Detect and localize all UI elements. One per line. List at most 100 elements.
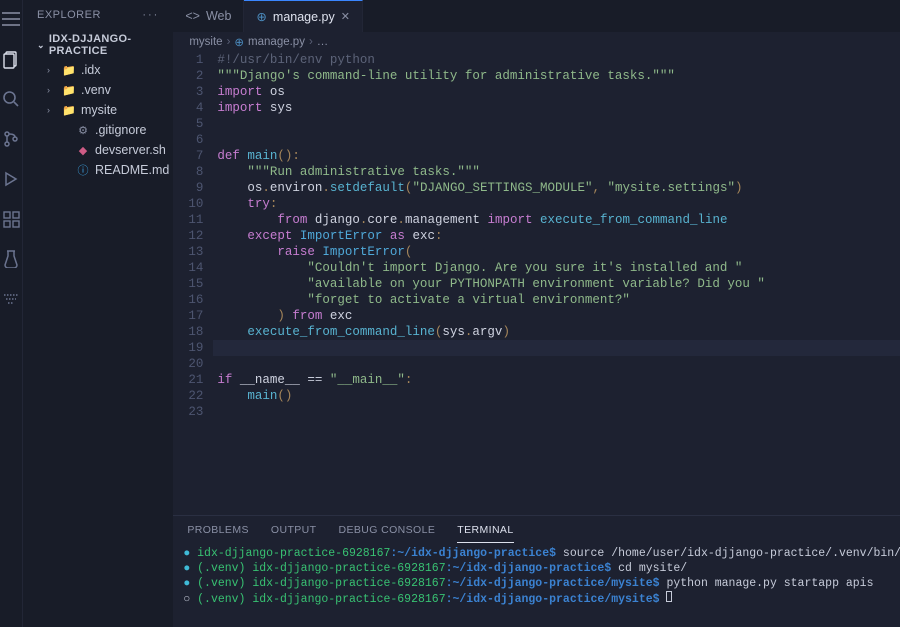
- code-line[interactable]: "forget to activate a virtual environmen…: [217, 292, 900, 308]
- code-line[interactable]: raise ImportError(: [217, 244, 900, 260]
- tree-item-label: mysite: [81, 103, 117, 117]
- terminal-command: cd mysite/: [618, 562, 687, 575]
- python-icon: ⊕: [256, 9, 266, 24]
- breadcrumb-segment[interactable]: mysite: [189, 36, 222, 48]
- terminal-host: idx-djjango-practice-6928167: [252, 562, 445, 575]
- chevron-down-icon: ⌄: [37, 40, 45, 51]
- code-line[interactable]: [217, 356, 900, 372]
- editor-tab[interactable]: <>Web: [173, 0, 244, 32]
- bottom-panel: PROBLEMS OUTPUT DEBUG CONSOLE TERMINAL ● id…: [173, 515, 900, 627]
- terminal-command: python manage.py startapp apis: [666, 577, 873, 590]
- panel-tab[interactable]: DEBUG CONSOLE: [338, 518, 435, 542]
- code-line[interactable]: execute_from_command_line(sys.argv): [217, 324, 900, 340]
- code-line[interactable]: except ImportError as exc:: [217, 228, 900, 244]
- code-line[interactable]: try:: [217, 196, 900, 212]
- tree-item-label: .idx: [81, 63, 100, 77]
- code-line[interactable]: [217, 404, 900, 420]
- panel-tab[interactable]: TERMINAL: [457, 518, 513, 543]
- code-line[interactable]: main(): [217, 388, 900, 404]
- testing-icon[interactable]: [0, 248, 22, 270]
- code-content[interactable]: #!/usr/bin/env python"""Django's command…: [217, 52, 900, 515]
- terminal-path: :~/idx-djjango-practice$: [390, 547, 556, 560]
- terminal-venv: (.venv): [197, 577, 252, 590]
- terminal-line: ● (.venv) idx-djjango-practice-6928167:~…: [183, 561, 900, 576]
- tree-item[interactable]: › 📁 .idx: [33, 60, 169, 80]
- code-line[interactable]: """Django's command-line utility for adm…: [217, 68, 900, 84]
- terminal-path: :~/idx-djjango-practice/mysite$: [446, 593, 660, 606]
- file-tree: ›📁.idx›📁.venv›📁mysite⚙.gitignore◆devserv…: [23, 60, 173, 180]
- tab-label: manage.py: [273, 10, 335, 24]
- terminal-path: :~/idx-djjango-practice/mysite$: [446, 577, 660, 590]
- terminal-line: ● (.venv) idx-djjango-practice-6928167:~…: [183, 576, 900, 591]
- code-line[interactable]: import sys: [217, 100, 900, 116]
- tree-item-label: devserver.sh: [95, 143, 166, 157]
- tree-item[interactable]: ◆devserver.sh: [33, 140, 169, 160]
- code-line[interactable]: def main():: [217, 148, 900, 164]
- breadcrumb-segment[interactable]: …: [317, 36, 329, 48]
- code-line[interactable]: [217, 116, 900, 132]
- code-line[interactable]: os.environ.setdefault("DJANGO_SETTINGS_M…: [217, 180, 900, 196]
- terminal[interactable]: ● idx-djjango-practice-6928167:~/idx-djj…: [173, 544, 900, 627]
- more-icon[interactable]: ···: [142, 9, 159, 21]
- terminal-venv: (.venv): [197, 593, 252, 606]
- breadcrumb[interactable]: mysite›⊕manage.py›…: [173, 32, 900, 52]
- prompt-bullet-icon: ●: [183, 562, 190, 575]
- line-gutter: 1234567891011121314151617181920212223: [173, 52, 217, 515]
- code-line[interactable]: import os: [217, 84, 900, 100]
- search-icon[interactable]: [0, 88, 22, 110]
- chevron-right-icon: ›: [227, 36, 231, 48]
- code-line[interactable]: #!/usr/bin/env python: [217, 52, 900, 68]
- panel-tab[interactable]: PROBLEMS: [187, 518, 249, 542]
- code-line[interactable]: from django.core.management import execu…: [217, 212, 900, 228]
- folder-icon: 📁: [62, 64, 76, 77]
- tree-item[interactable]: ⓘ README.md: [33, 160, 169, 180]
- explorer-sidebar: EXPLORER ··· ⌄ IDX-DJJANGO-PRACTICE ›📁.i…: [23, 0, 173, 627]
- code-editor[interactable]: 1234567891011121314151617181920212223 #!…: [173, 52, 900, 515]
- terminal-command: source /home/user/idx-djjango-practice/.…: [563, 547, 900, 560]
- tree-item-label: .gitignore: [95, 123, 146, 137]
- chevron-right-icon: ›: [47, 105, 57, 115]
- tab-bar: <>Web ⊕ manage.py ✕: [173, 0, 900, 32]
- tree-item[interactable]: ⚙.gitignore: [33, 120, 169, 140]
- folder-icon: 📁: [62, 104, 76, 117]
- chevron-right-icon: ›: [47, 65, 57, 75]
- panel-tabs: PROBLEMS OUTPUT DEBUG CONSOLE TERMINAL: [173, 516, 900, 544]
- info-icon: ⓘ: [76, 162, 90, 178]
- folder-icon: 📁: [62, 84, 76, 97]
- workspace-header[interactable]: ⌄ IDX-DJJANGO-PRACTICE: [23, 30, 173, 60]
- chevron-right-icon: ›: [309, 36, 313, 48]
- terminal-line: ● idx-djjango-practice-6928167:~/idx-djj…: [183, 546, 900, 561]
- source-control-icon[interactable]: [0, 128, 22, 150]
- panel-tab[interactable]: OUTPUT: [271, 518, 317, 542]
- terminal-host: idx-djjango-practice-6928167: [252, 593, 445, 606]
- code-line[interactable]: "available on your PYTHONPATH environmen…: [217, 276, 900, 292]
- workspace-name: IDX-DJJANGO-PRACTICE: [49, 33, 159, 57]
- terminal-venv: (.venv): [197, 562, 252, 575]
- extensions-icon[interactable]: [0, 208, 22, 230]
- breadcrumb-segment[interactable]: manage.py: [248, 36, 305, 48]
- python-icon: ⊕: [234, 35, 244, 49]
- tree-item[interactable]: ›📁.venv: [33, 80, 169, 100]
- terminal-host: idx-djjango-practice-6928167: [252, 577, 445, 590]
- code-line[interactable]: [213, 340, 900, 356]
- tab-label: Web: [206, 9, 231, 23]
- terminal-line: ○ (.venv) idx-djjango-practice-6928167:~…: [183, 591, 900, 607]
- tree-item-label: .venv: [81, 83, 111, 97]
- run-debug-icon[interactable]: [0, 168, 22, 190]
- code-line[interactable]: [217, 132, 900, 148]
- tree-item-label: README.md: [95, 163, 169, 177]
- code-line[interactable]: "Couldn't import Django. Are you sure it…: [217, 260, 900, 276]
- menu-icon[interactable]: [0, 8, 22, 30]
- terminal-cursor: [666, 591, 672, 602]
- close-icon[interactable]: ✕: [341, 10, 350, 23]
- prompt-bullet-icon: ●: [183, 547, 190, 560]
- code-line[interactable]: ) from exc: [217, 308, 900, 324]
- editor-tab[interactable]: ⊕ manage.py ✕: [244, 0, 363, 32]
- code-line[interactable]: """Run administrative tasks.""": [217, 164, 900, 180]
- filter-icon[interactable]: [0, 288, 22, 310]
- prompt-bullet-icon: ●: [183, 577, 190, 590]
- code-line[interactable]: if __name__ == "__main__":: [217, 372, 900, 388]
- tree-item[interactable]: › 📁 mysite: [33, 100, 169, 120]
- activity-bar: [0, 0, 23, 627]
- explorer-icon[interactable]: [0, 48, 22, 70]
